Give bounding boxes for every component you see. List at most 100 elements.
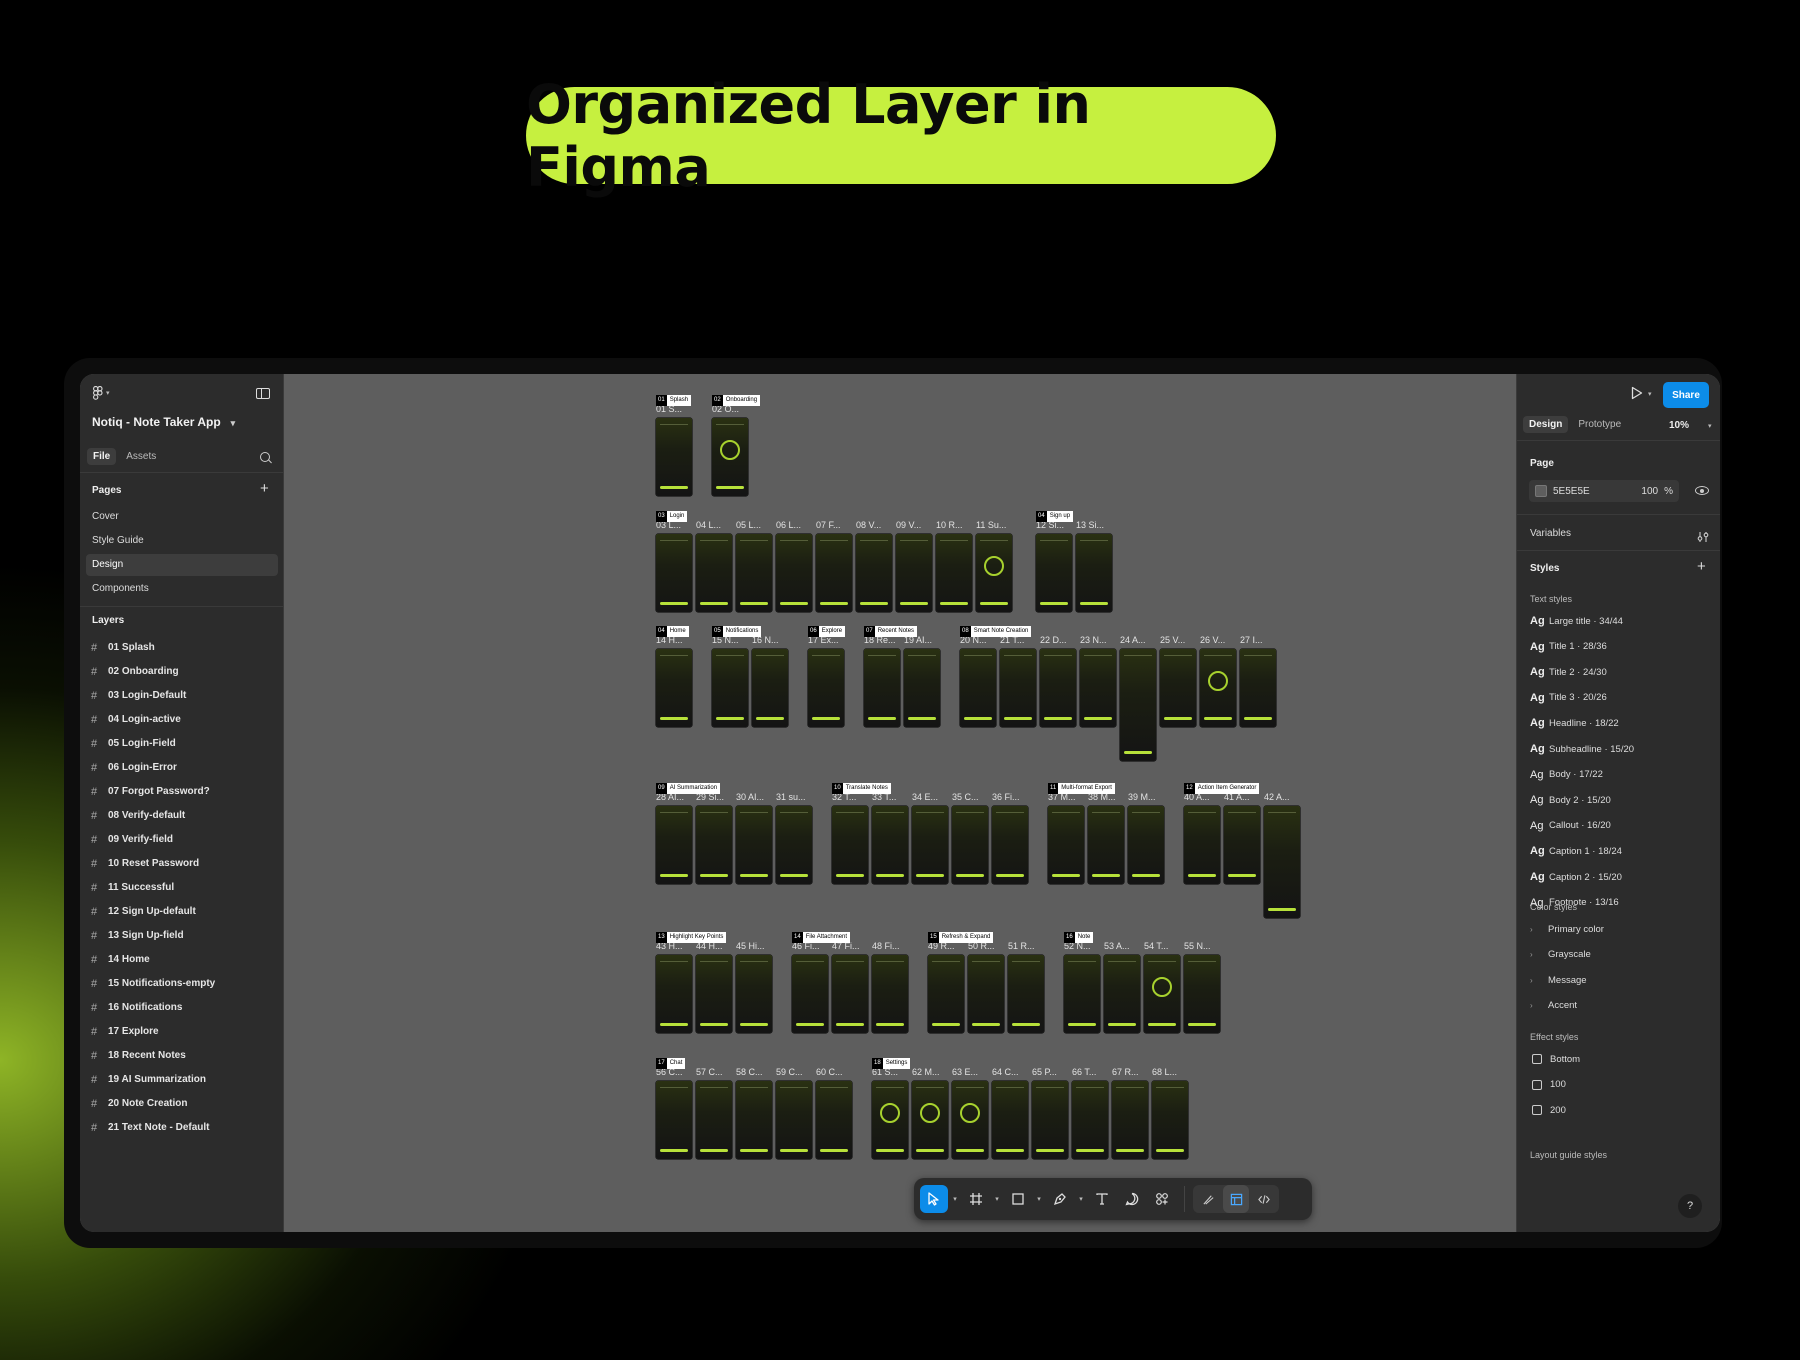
layer-item[interactable]: #05 Login-Field: [80, 732, 284, 756]
tab-assets[interactable]: Assets: [120, 448, 162, 465]
chevron-right-icon[interactable]: ›: [1530, 1001, 1548, 1010]
page-item-design[interactable]: Design: [86, 554, 278, 576]
frame-label[interactable]: 09 V...: [896, 520, 921, 530]
screen-frame[interactable]: [1080, 649, 1116, 727]
frame-label[interactable]: 23 N...: [1080, 635, 1107, 645]
screen-frame[interactable]: [1240, 649, 1276, 727]
screen-frame[interactable]: [1088, 806, 1124, 884]
frame-label[interactable]: 60 C...: [816, 1067, 843, 1077]
frame-label[interactable]: 54 T...: [1144, 941, 1168, 951]
screen-frame[interactable]: [696, 1081, 732, 1159]
section-tag[interactable]: 17 Chat: [656, 1058, 686, 1069]
screen-frame[interactable]: [960, 649, 996, 727]
layer-item[interactable]: #01 Splash: [80, 636, 284, 660]
eye-icon[interactable]: [1695, 486, 1709, 495]
frame-label[interactable]: 22 D...: [1040, 635, 1067, 645]
color-style-item[interactable]: › Grayscale: [1530, 946, 1591, 964]
screen-frame[interactable]: [696, 534, 732, 612]
frame-label[interactable]: 67 R...: [1112, 1067, 1139, 1077]
effect-style-item[interactable]: 100: [1530, 1076, 1566, 1094]
text-style-item[interactable]: Ag Body · 17/22: [1530, 766, 1603, 784]
tab-design[interactable]: Design: [1523, 416, 1569, 433]
screen-frame[interactable]: [696, 955, 732, 1033]
screen-frame[interactable]: [792, 955, 828, 1033]
layer-item[interactable]: #07 Forgot Password?: [80, 780, 284, 804]
help-button[interactable]: ?: [1678, 1194, 1702, 1218]
section-tag[interactable]: 05 Notifications: [712, 626, 762, 637]
text-style-item[interactable]: Ag Title 3 · 20/26: [1530, 689, 1607, 707]
section-tag[interactable]: 06 Explore: [808, 626, 846, 637]
screen-frame[interactable]: [1144, 955, 1180, 1033]
screen-frame[interactable]: [896, 534, 932, 612]
layer-item[interactable]: #09 Verify-field: [80, 828, 284, 852]
text-style-item[interactable]: Ag Caption 1 · 18/24: [1530, 842, 1622, 860]
screen-frame[interactable]: [872, 955, 908, 1033]
layer-item[interactable]: #17 Explore: [80, 1020, 284, 1044]
screen-frame[interactable]: [928, 955, 964, 1033]
frame-label[interactable]: 55 N...: [1184, 941, 1211, 951]
screen-frame[interactable]: [776, 1081, 812, 1159]
layer-item[interactable]: #19 AI Summarization: [80, 1068, 284, 1092]
layer-item[interactable]: #21 Text Note - Default: [80, 1116, 284, 1140]
screen-frame[interactable]: [1152, 1081, 1188, 1159]
screen-frame[interactable]: [736, 534, 772, 612]
screen-frame[interactable]: [912, 1081, 948, 1159]
frame-label[interactable]: 08 V...: [856, 520, 881, 530]
frame-label[interactable]: 34 E...: [912, 792, 938, 802]
screen-frame[interactable]: [992, 806, 1028, 884]
frame-label[interactable]: 27 I...: [1240, 635, 1263, 645]
section-tag[interactable]: 15 Refresh & Expand: [928, 932, 994, 943]
layer-item[interactable]: #15 Notifications-empty: [80, 972, 284, 996]
layer-item[interactable]: #18 Recent Notes: [80, 1044, 284, 1068]
text-style-item[interactable]: Ag Large title · 34/44: [1530, 612, 1623, 630]
frame-label[interactable]: 39 M...: [1128, 792, 1156, 802]
layer-item[interactable]: #08 Verify-default: [80, 804, 284, 828]
text-style-item[interactable]: Ag Title 2 · 24/30: [1530, 663, 1607, 681]
screen-frame[interactable]: [816, 1081, 852, 1159]
screen-frame[interactable]: [1064, 955, 1100, 1033]
frame-label[interactable]: 04 L...: [696, 520, 721, 530]
screen-frame[interactable]: [936, 534, 972, 612]
screen-frame[interactable]: [736, 806, 772, 884]
screen-frame[interactable]: [776, 806, 812, 884]
comment-tool-button[interactable]: [1118, 1185, 1146, 1213]
text-style-item[interactable]: Ag Callout · 16/20: [1530, 817, 1611, 835]
design-mode-button[interactable]: [1223, 1185, 1249, 1213]
color-style-item[interactable]: › Primary color: [1530, 920, 1604, 938]
frame-tool-button[interactable]: [962, 1185, 990, 1213]
frame-label[interactable]: 59 C...: [776, 1067, 803, 1077]
layer-item[interactable]: #06 Login-Error: [80, 756, 284, 780]
text-style-item[interactable]: Ag Caption 2 · 15/20: [1530, 868, 1622, 886]
screen-frame[interactable]: [1040, 649, 1076, 727]
zoom-level[interactable]: 10%: [1669, 420, 1689, 431]
screen-frame[interactable]: [776, 534, 812, 612]
frame-label[interactable]: 24 A...: [1120, 635, 1146, 645]
frame-label[interactable]: 31 su...: [776, 792, 806, 802]
layer-item[interactable]: #03 Login-Default: [80, 684, 284, 708]
present-play-icon[interactable]: [1631, 386, 1643, 400]
frame-label[interactable]: 66 T...: [1072, 1067, 1096, 1077]
layer-item[interactable]: #20 Note Creation: [80, 1092, 284, 1116]
section-tag[interactable]: 10 Translate Notes: [832, 783, 891, 794]
page-color-field[interactable]: 5E5E5E 100 %: [1529, 480, 1679, 502]
layer-item[interactable]: #04 Login-active: [80, 708, 284, 732]
screen-frame[interactable]: [872, 806, 908, 884]
text-style-item[interactable]: Ag Subheadline · 15/20: [1530, 740, 1634, 758]
color-style-item[interactable]: › Message: [1530, 971, 1587, 989]
screen-frame[interactable]: [1120, 649, 1156, 761]
screen-frame[interactable]: [712, 649, 748, 727]
tab-file[interactable]: File: [87, 448, 117, 465]
screen-frame[interactable]: [832, 806, 868, 884]
screen-frame[interactable]: [832, 955, 868, 1033]
screen-frame[interactable]: [1072, 1081, 1108, 1159]
section-tag[interactable]: 04 Home: [656, 626, 689, 637]
layer-item[interactable]: #10 Reset Password: [80, 852, 284, 876]
frame-label[interactable]: 42 A...: [1264, 792, 1290, 802]
draw-mode-button[interactable]: [1195, 1185, 1221, 1213]
screen-frame[interactable]: [968, 955, 1004, 1033]
screen-frame[interactable]: [656, 534, 692, 612]
screen-frame[interactable]: [656, 1081, 692, 1159]
frame-label[interactable]: 58 C...: [736, 1067, 763, 1077]
section-tag[interactable]: 08 Smart Note Creation: [960, 626, 1032, 637]
page-item-components[interactable]: Components: [86, 578, 278, 600]
